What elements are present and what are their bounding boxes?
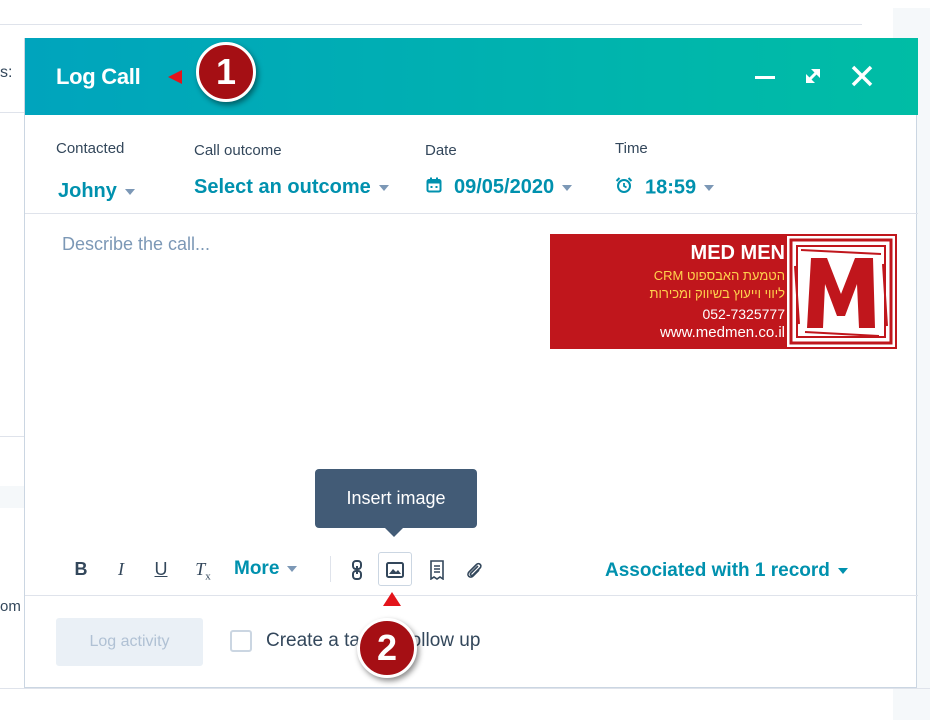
modal-title: Log Call: [56, 64, 141, 89]
alarm-clock-icon: [615, 176, 633, 200]
chevron-down-icon: [562, 184, 573, 191]
background-band: [0, 486, 24, 508]
bold-button[interactable]: B: [69, 552, 93, 586]
underline-button[interactable]: U: [149, 552, 173, 586]
date-picker[interactable]: 09/05/2020: [426, 176, 573, 199]
date-value: 09/05/2020: [454, 176, 555, 198]
insert-image-tooltip: Insert image: [315, 469, 477, 537]
contacted-dropdown[interactable]: Johny: [58, 180, 135, 203]
date-label: Date: [425, 142, 457, 159]
time-picker[interactable]: 18:59: [615, 176, 715, 200]
chevron-down-icon: [287, 565, 298, 572]
background-divider: [0, 24, 862, 25]
background-text: om: [0, 598, 21, 615]
close-icon[interactable]: [846, 60, 878, 92]
clear-format-subscript: x: [205, 570, 211, 583]
image-icon: [386, 561, 404, 578]
chevron-down-icon: [124, 188, 135, 195]
more-label: More: [234, 558, 280, 579]
signature-title: MED MEN: [690, 242, 785, 264]
signature-image: MED MEN הטמעת האבספוט CRM ליווי וייעוץ ב…: [550, 123, 897, 349]
page: s: om Log Call Contacted Call outcome Da…: [0, 0, 930, 720]
chevron-down-icon: [837, 567, 848, 574]
divider: [25, 595, 918, 596]
call-outcome-value: Select an outcome: [194, 176, 371, 198]
log-call-modal: Log Call Contacted Call outcome Date Tim…: [24, 38, 918, 688]
follow-up-checkbox[interactable]: [230, 630, 252, 652]
call-outcome-label: Call outcome: [194, 142, 282, 159]
step-callout-2: 2: [357, 618, 417, 678]
contacted-value: Johny: [58, 180, 117, 202]
call-outcome-dropdown[interactable]: Select an outcome: [194, 176, 389, 199]
chevron-down-icon: [378, 184, 389, 191]
insert-image-button[interactable]: [378, 552, 412, 586]
background-divider: [0, 112, 24, 113]
background-field-label: s:: [0, 64, 13, 81]
step-callout-1: 1: [196, 42, 256, 102]
toolbar-separator: [330, 556, 331, 582]
time-label: Time: [615, 140, 648, 157]
clear-format-label: T: [195, 559, 206, 579]
link-icon[interactable]: [343, 552, 371, 586]
clear-format-button[interactable]: Tx: [189, 552, 217, 586]
log-activity-button[interactable]: Log activity: [56, 618, 203, 666]
background-divider: [0, 436, 24, 437]
background-divider: [0, 688, 930, 689]
signature-phone: 052-7325777: [702, 306, 785, 322]
time-value: 18:59: [645, 176, 697, 199]
signature-tagline: ליווי וייעוץ בשיווק ומכירות: [649, 286, 785, 301]
expand-icon[interactable]: [797, 60, 829, 92]
contacted-label: Contacted: [56, 140, 125, 157]
arrow-left-icon: [168, 70, 182, 84]
signature-website: www.medmen.co.il: [659, 324, 785, 341]
calendar-icon: [426, 176, 442, 199]
snippet-icon[interactable]: [423, 552, 451, 586]
divider: [25, 213, 918, 214]
italic-button[interactable]: I: [109, 552, 133, 586]
modal-header: Log Call: [25, 38, 918, 115]
more-dropdown[interactable]: More: [234, 552, 314, 586]
call-description-input[interactable]: Describe the call...: [62, 234, 210, 255]
associated-records-label: Associated with 1 record: [605, 560, 830, 581]
arrow-up-icon: [383, 592, 401, 606]
signature-tagline: הטמעת האבספוט CRM: [653, 268, 785, 283]
attachment-icon[interactable]: [460, 552, 488, 586]
minimize-icon[interactable]: [749, 60, 781, 92]
chevron-down-icon: [704, 185, 715, 191]
associated-records-dropdown[interactable]: Associated with 1 record: [605, 560, 848, 582]
medmen-logo: M: [687, 123, 895, 347]
